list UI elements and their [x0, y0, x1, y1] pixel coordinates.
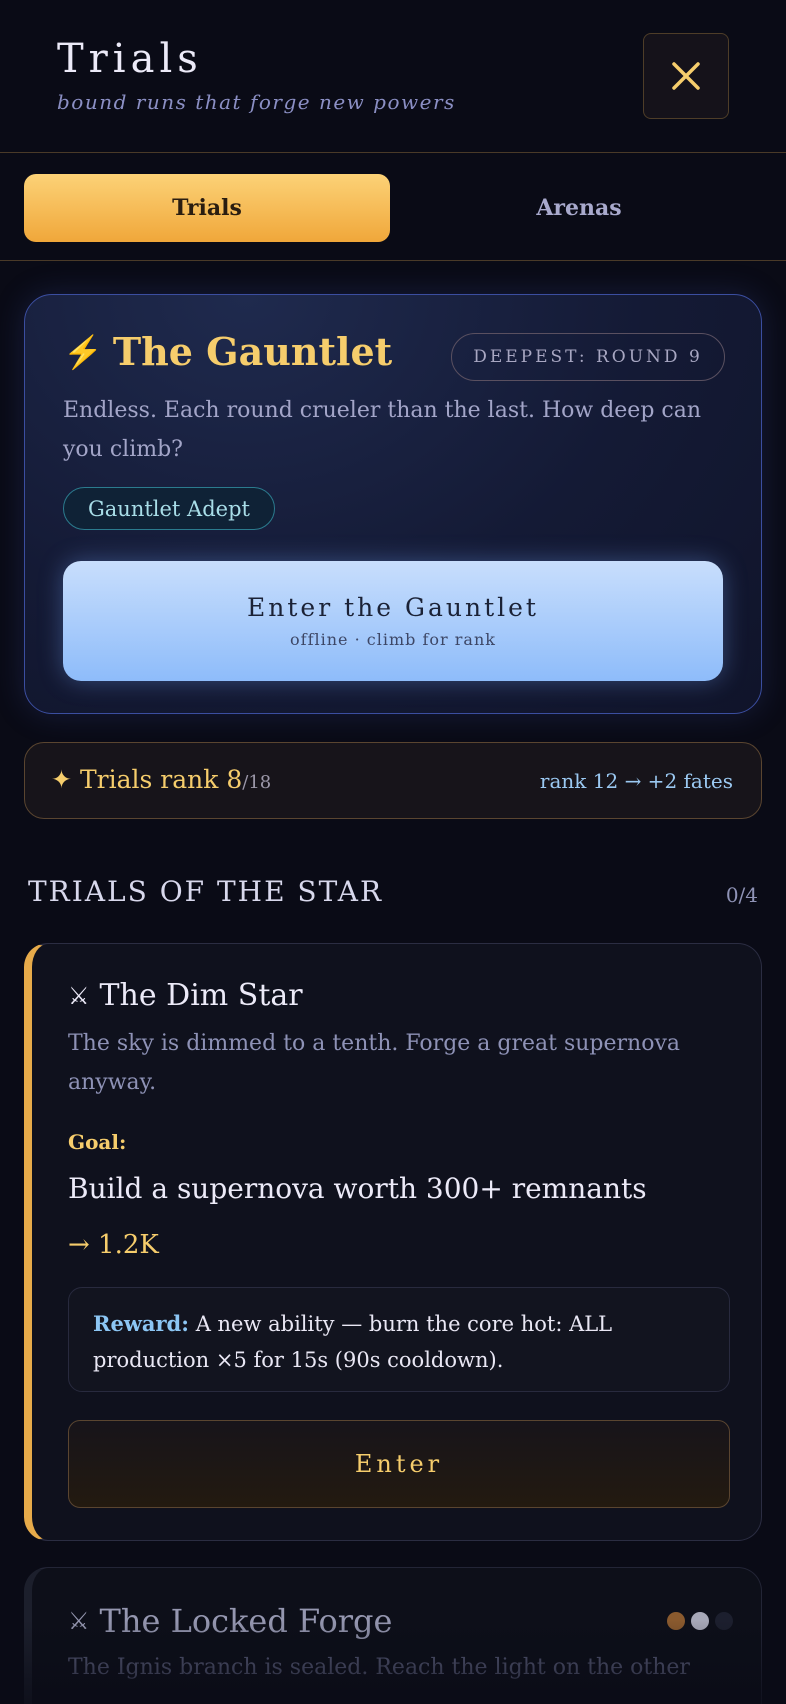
tab-arenas[interactable]: Arenas — [396, 174, 762, 242]
difficulty-dot — [667, 1612, 685, 1630]
next-rank-reward: rank 12 → +2 fates — [539, 769, 733, 793]
gauntlet-card: ⚡ The Gauntlet DEEPEST: ROUND 9 Endless.… — [24, 294, 762, 714]
lightning-icon: ⚡ — [63, 332, 103, 371]
crossed-swords-icon: ⚔ — [68, 1607, 90, 1635]
enter-gauntlet-sublabel: offline · climb for rank — [290, 630, 496, 649]
goal-text: Build a supernova worth 300+ remnants — [68, 1172, 647, 1205]
header: Trials bound runs that forge new powers — [0, 0, 786, 153]
trials-rank-bar: ✦ Trials rank 8/18 rank 12 → +2 fates — [24, 742, 762, 819]
trial-name: The Dim Star — [99, 978, 303, 1013]
gauntlet-title-row: ⚡ The Gauntlet — [63, 329, 392, 374]
rank-total: /18 — [242, 772, 272, 793]
difficulty-dots — [667, 1612, 733, 1630]
enter-gauntlet-label: Enter the Gauntlet — [247, 593, 539, 622]
tab-bar: Trials Arenas — [0, 154, 786, 261]
enter-trial-button[interactable]: Enter — [68, 1420, 730, 1508]
close-icon — [672, 62, 700, 90]
difficulty-dot — [691, 1612, 709, 1630]
section-count: 0/4 — [725, 883, 758, 907]
rank-info: ✦ Trials rank 8/18 — [51, 765, 271, 794]
deepest-round-badge: DEEPEST: ROUND 9 — [451, 333, 725, 381]
difficulty-dot — [715, 1612, 733, 1630]
page-subtitle: bound runs that forge new powers — [57, 90, 456, 114]
rank-label: Trials rank — [79, 765, 219, 794]
crossed-swords-icon: ⚔ — [68, 981, 90, 1010]
trial-description: The Ignis branch is sealed. Reach the li… — [68, 1655, 690, 1680]
page-title: Trials — [57, 36, 203, 82]
enter-gauntlet-button[interactable]: Enter the Gauntlet offline · climb for r… — [63, 561, 723, 681]
reward-label: Reward: — [93, 1311, 189, 1336]
sparkle-icon: ✦ — [51, 765, 72, 794]
trial-description: The sky is dimmed to a tenth. Forge a gr… — [68, 1031, 681, 1095]
reward-box: Reward: A new ability — burn the core ho… — [68, 1287, 730, 1392]
gauntlet-title: The Gauntlet — [112, 329, 393, 374]
rank-value: 8/18 — [226, 765, 271, 794]
gauntlet-description: Endless. Each round crueler than the las… — [63, 398, 701, 462]
gauntlet-adept-badge: Gauntlet Adept — [63, 487, 275, 530]
close-button[interactable] — [643, 33, 729, 119]
rank-current: 8 — [226, 765, 243, 794]
trial-card-dim-star: ⚔ The Dim Star The sky is dimmed to a te… — [24, 943, 762, 1541]
trial-name: The Locked Forge — [99, 1602, 393, 1640]
tab-trials[interactable]: Trials — [24, 174, 390, 242]
trial-name-row: ⚔ The Locked Forge — [68, 1602, 392, 1640]
section-title: TRIALS OF THE STAR — [28, 875, 384, 908]
goal-label: Goal: — [68, 1130, 127, 1154]
goal-progress: → 1.2K — [68, 1230, 159, 1260]
trial-name-row: ⚔ The Dim Star — [68, 978, 303, 1013]
trial-card-locked-forge[interactable]: ⚔ The Locked Forge The Ignis branch is s… — [24, 1567, 762, 1704]
